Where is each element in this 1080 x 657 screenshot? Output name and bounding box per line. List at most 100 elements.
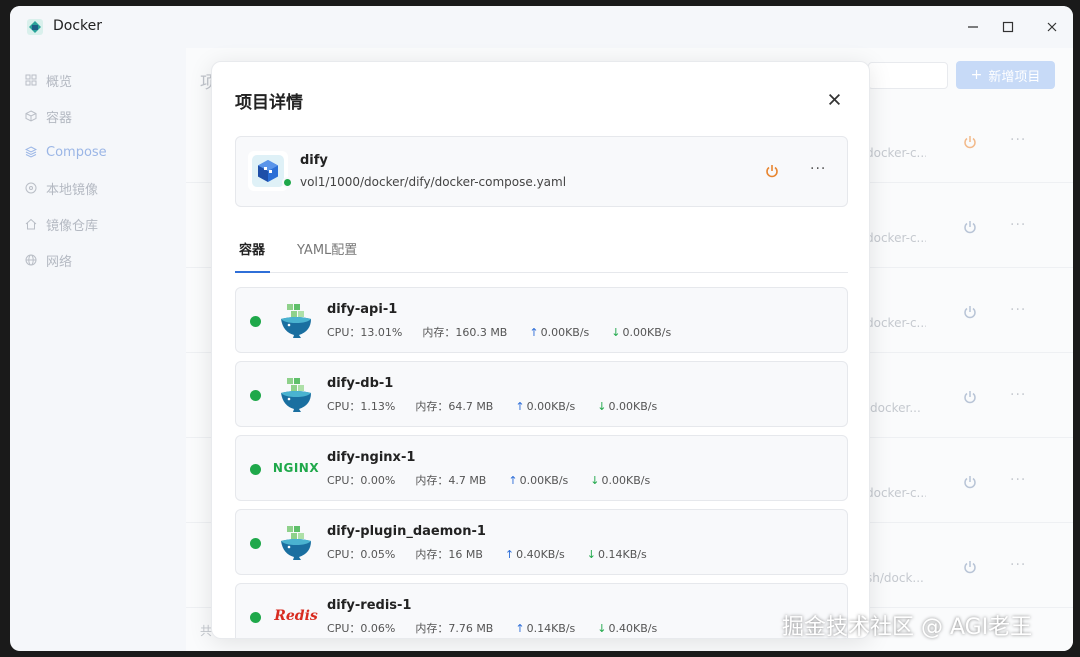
more-icon[interactable]: ··· <box>1010 472 1026 488</box>
arrow-down-icon: ↓ <box>590 473 600 487</box>
close-icon <box>828 93 840 105</box>
cpu-value: 13.01% <box>360 325 403 339</box>
cube-icon <box>24 109 38 123</box>
close-icon <box>1047 22 1057 32</box>
cpu-value: 1.13% <box>360 399 396 413</box>
memory-label: 内存： <box>415 400 449 413</box>
cpu-value: 0.00% <box>360 473 396 487</box>
project-path: /docker... <box>866 401 921 415</box>
maximize-icon <box>1002 21 1014 33</box>
status-indicator <box>282 177 293 188</box>
app-window: Docker 概览 容器 Compose 本地镜像 镜像仓库 网络 项 + 新增… <box>10 6 1073 651</box>
status-indicator <box>250 538 261 549</box>
container-name: dify-nginx-1 <box>327 450 416 465</box>
arrow-down-icon: ↓ <box>611 325 621 339</box>
project-name: dify <box>300 153 328 168</box>
container-card[interactable]: Redis dify-redis-1 CPU： 0.06% 内存： 7.76 M… <box>235 583 848 638</box>
arrow-down-icon: ↓ <box>597 621 607 635</box>
sidebar-item-compose[interactable]: Compose <box>18 135 178 169</box>
memory-label: 内存： <box>415 474 449 487</box>
container-stats: CPU： 13.01% 内存： 160.3 MB ↑ 0.00KB/s ↓ 0.… <box>327 324 671 340</box>
minimize-button[interactable] <box>960 14 986 40</box>
cpu-label: CPU： <box>327 622 361 635</box>
memory-label: 内存： <box>415 622 449 635</box>
status-indicator <box>250 464 261 475</box>
more-icon[interactable]: ··· <box>1010 302 1026 318</box>
sidebar-item-network[interactable]: 网络 <box>18 243 178 277</box>
project-detail-dialog: 项目详情 dify vol1/1000/docker/dify/docker-c… <box>211 61 870 639</box>
container-card[interactable]: dify-api-1 CPU： 13.01% 内存： 160.3 MB ↑ 0.… <box>235 287 848 353</box>
sidebar-item-label: 容器 <box>46 110 73 126</box>
memory-label: 内存： <box>422 326 456 339</box>
power-icon[interactable] <box>962 304 978 320</box>
arrow-up-icon: ↑ <box>515 621 525 635</box>
sidebar-item-label: 镜像仓库 <box>46 218 99 234</box>
sidebar-item-containers[interactable]: 容器 <box>18 99 178 133</box>
sidebar-item-local-images[interactable]: 本地镜像 <box>18 171 178 205</box>
upload-rate: 0.14KB/s <box>526 621 576 635</box>
redis-logo-text: Redis <box>274 608 318 624</box>
cpu-label: CPU： <box>327 548 361 561</box>
arrow-down-icon: ↓ <box>597 399 607 413</box>
more-icon[interactable]: ··· <box>810 161 826 177</box>
container-card[interactable]: dify-plugin_daemon-1 CPU： 0.05% 内存： 16 M… <box>235 509 848 575</box>
layers-icon <box>24 145 38 159</box>
download-rate: 0.00KB/s <box>601 473 651 487</box>
plus-icon: + <box>970 67 983 83</box>
sidebar-item-label: Compose <box>46 144 107 160</box>
container-name: dify-plugin_daemon-1 <box>327 524 486 539</box>
grid-icon <box>24 73 38 87</box>
more-icon[interactable]: ··· <box>1010 217 1026 233</box>
maximize-button[interactable] <box>995 14 1021 40</box>
sidebar-item-image-registry[interactable]: 镜像仓库 <box>18 207 178 241</box>
upload-rate: 0.00KB/s <box>519 473 569 487</box>
container-card[interactable]: NGINX dify-nginx-1 CPU： 0.00% 内存： 4.7 MB… <box>235 435 848 501</box>
power-icon[interactable] <box>962 219 978 235</box>
tab-bar: 容器 YAML配置 <box>235 235 848 273</box>
upload-rate: 0.00KB/s <box>540 325 590 339</box>
active-tab-indicator <box>235 271 270 273</box>
project-path: vol1/1000/docker/dify/docker-compose.yam… <box>300 175 567 189</box>
power-icon[interactable] <box>962 134 978 150</box>
sidebar-item-label: 网络 <box>46 254 73 270</box>
memory-value: 64.7 MB <box>448 399 494 413</box>
sidebar-item-label: 概览 <box>46 74 73 90</box>
dialog-close-button[interactable] <box>822 87 846 111</box>
power-icon[interactable] <box>962 474 978 490</box>
sidebar-item-overview[interactable]: 概览 <box>18 63 178 97</box>
app-title: Docker <box>53 18 103 34</box>
memory-value: 16 MB <box>448 547 483 561</box>
docker-app-icon <box>27 19 43 35</box>
close-window-button[interactable] <box>1039 14 1065 40</box>
container-stats: CPU： 0.06% 内存： 7.76 MB ↑ 0.14KB/s ↓ 0.40… <box>327 620 657 636</box>
sidebar: 概览 容器 Compose 本地镜像 镜像仓库 网络 <box>10 54 186 651</box>
more-icon[interactable]: ··· <box>1010 387 1026 403</box>
project-path: docker-c... <box>866 231 926 245</box>
title-bar: Docker <box>10 6 1073 48</box>
more-icon[interactable]: ··· <box>1010 132 1026 148</box>
dify-whale-icon <box>276 374 316 414</box>
power-icon[interactable] <box>764 163 780 179</box>
upload-rate: 0.00KB/s <box>526 399 576 413</box>
globe-icon <box>24 253 38 267</box>
power-icon[interactable] <box>962 389 978 405</box>
container-name: dify-db-1 <box>327 376 394 391</box>
download-rate: 0.40KB/s <box>608 621 658 635</box>
search-input[interactable] <box>868 62 948 89</box>
sidebar-item-label: 本地镜像 <box>46 182 99 198</box>
tab-yaml-config[interactable]: YAML配置 <box>297 239 357 258</box>
project-path: sh/dock... <box>866 571 924 585</box>
more-icon[interactable]: ··· <box>1010 557 1026 573</box>
project-path: docker-c... <box>866 146 926 160</box>
container-name: dify-redis-1 <box>327 598 412 613</box>
arrow-up-icon: ↑ <box>529 325 539 339</box>
memory-label: 内存： <box>415 548 449 561</box>
add-project-button[interactable]: + 新增项目 <box>956 61 1055 89</box>
container-card[interactable]: dify-db-1 CPU： 1.13% 内存： 64.7 MB ↑ 0.00K… <box>235 361 848 427</box>
power-icon[interactable] <box>962 559 978 575</box>
download-rate: 0.00KB/s <box>608 399 658 413</box>
dialog-title: 项目详情 <box>235 93 303 113</box>
cpu-label: CPU： <box>327 326 361 339</box>
container-stats: CPU： 0.05% 内存： 16 MB ↑ 0.40KB/s ↓ 0.14KB… <box>327 546 647 562</box>
tab-containers[interactable]: 容器 <box>239 239 265 258</box>
